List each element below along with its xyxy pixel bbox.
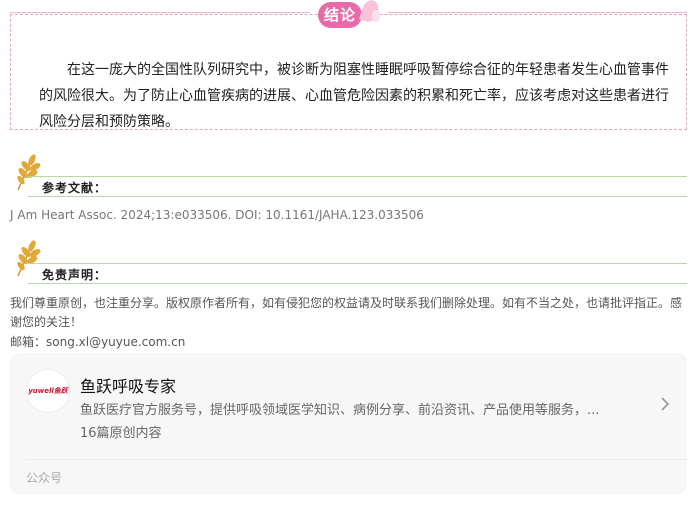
disclaimer-header: 免责声明： bbox=[10, 238, 687, 284]
disclaimer-text: 我们尊重原创，也注重分享。版权原作者所有，如有侵犯您的权益请及时联系我们删除处理… bbox=[10, 296, 683, 329]
account-description: 鱼跃医疗官方服务号，提供呼吸领域医学知识、病例分享、前沿资讯、产品使用等服务，.… bbox=[80, 403, 600, 418]
badge-divider-right bbox=[388, 12, 687, 13]
account-type-label: 公众号 bbox=[26, 471, 63, 485]
card-divider bbox=[26, 459, 687, 460]
disclaimer-title: 免责声明： bbox=[42, 268, 108, 282]
section-divider-bottom bbox=[28, 196, 687, 197]
account-card[interactable]: yuwell鱼跃 鱼跃呼吸专家 鱼跃医疗官方服务号，提供呼吸领域医学知识、病例分… bbox=[10, 353, 687, 494]
section-divider-bottom bbox=[28, 283, 687, 284]
references-title: 参考文献： bbox=[42, 181, 108, 195]
reference-citation: J Am Heart Assoc. 2024;13:e033506. DOI: … bbox=[10, 208, 424, 222]
conclusion-box: 在这一庞大的全国性队列研究中，被诊断为阻塞性睡眠呼吸暂停综合征的年轻患者发生心血… bbox=[10, 14, 687, 130]
conclusion-text: 在这一庞大的全国性队列研究中，被诊断为阻塞性睡眠呼吸暂停综合征的年轻患者发生心血… bbox=[39, 62, 669, 130]
references-header: 参考文献： bbox=[10, 152, 687, 197]
conclusion-badge: 结论 bbox=[318, 2, 362, 28]
avatar: yuwell鱼跃 bbox=[26, 369, 70, 413]
section-divider-top bbox=[28, 263, 687, 264]
chevron-right-icon[interactable] bbox=[658, 397, 672, 411]
contact-email: 邮箱：song.xl@yuyue.com.cn bbox=[10, 335, 186, 349]
petal-decoration-small bbox=[372, 10, 380, 22]
section-divider-top bbox=[28, 176, 687, 177]
account-name: 鱼跃呼吸专家 bbox=[80, 377, 177, 396]
article-count: 16篇原创内容 bbox=[80, 426, 162, 441]
badge-divider-left bbox=[10, 12, 310, 13]
